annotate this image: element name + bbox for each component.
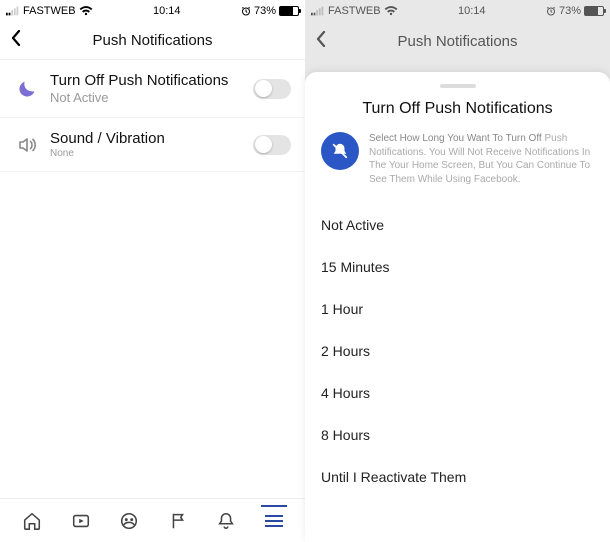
alarm-icon <box>546 6 556 16</box>
row-title: Sound / Vibration <box>50 130 253 147</box>
chevron-left-icon <box>315 31 327 47</box>
row-body: Sound / Vibration None <box>50 130 253 159</box>
battery-pct-label: 73% <box>559 5 581 17</box>
groups-icon <box>119 511 139 531</box>
modal-title: Turn Off Push Notifications <box>321 100 594 118</box>
toggle-sound-vibration[interactable] <box>253 135 291 155</box>
alarm-icon <box>241 6 251 16</box>
clock-label: 10:14 <box>153 5 181 17</box>
modal-grabber[interactable] <box>440 84 476 88</box>
bell-icon <box>216 511 236 531</box>
nav-home[interactable] <box>22 511 42 531</box>
toggle-push-off[interactable] <box>253 79 291 99</box>
bottom-nav <box>0 498 305 542</box>
status-bar: FASTWEB 10:14 73% <box>305 0 610 22</box>
nav-groups[interactable] <box>119 511 139 531</box>
screen-settings: FASTWEB 10:14 73% Push Notifications Tur… <box>0 0 305 542</box>
moon-icon <box>14 80 40 98</box>
row-title: Turn Off Push Notifications <box>50 72 253 89</box>
speaker-icon <box>14 135 40 155</box>
home-icon <box>22 511 42 531</box>
battery-pct-label: 73% <box>254 5 276 17</box>
carrier-label: FASTWEB <box>23 5 76 17</box>
duration-option[interactable]: 15 Minutes <box>321 246 594 288</box>
duration-option[interactable]: 8 Hours <box>321 414 594 456</box>
row-subtitle: None <box>50 148 253 159</box>
battery-icon <box>584 6 604 16</box>
duration-option[interactable]: 4 Hours <box>321 372 594 414</box>
page-title: Push Notifications <box>305 33 610 50</box>
modal-header-row: Select How Long You Want To Turn Off Pus… <box>321 132 594 186</box>
bell-off-icon <box>321 132 359 170</box>
carrier-label: FASTWEB <box>328 5 381 17</box>
screen-modal: FASTWEB 10:14 73% Push Notifications Tur… <box>305 0 610 542</box>
watch-icon <box>71 511 91 531</box>
header: Push Notifications <box>0 22 305 60</box>
status-left: FASTWEB <box>6 5 93 17</box>
chevron-left-icon <box>10 30 22 46</box>
nav-watch[interactable] <box>71 511 91 531</box>
nav-menu[interactable] <box>265 515 283 527</box>
status-right: 73% <box>546 5 604 17</box>
row-sound-vibration[interactable]: Sound / Vibration None <box>0 118 305 172</box>
status-bar: FASTWEB 10:14 73% <box>0 0 305 22</box>
modal-desc-lead: Select How Long You Want To Turn Off <box>369 133 542 144</box>
duration-modal: Turn Off Push Notifications Select How L… <box>305 72 610 542</box>
modal-description: Select How Long You Want To Turn Off Pus… <box>369 132 594 186</box>
row-subtitle: Not Active <box>50 90 253 105</box>
duration-option-list: Not Active15 Minutes1 Hour2 Hours4 Hours… <box>321 204 594 498</box>
back-button[interactable] <box>10 29 22 52</box>
wifi-icon <box>79 6 93 16</box>
status-left: FASTWEB <box>311 5 398 17</box>
status-right: 73% <box>241 5 299 17</box>
duration-option[interactable]: Until I Reactivate Them <box>321 456 594 498</box>
back-button[interactable] <box>315 30 327 53</box>
row-body: Turn Off Push Notifications Not Active <box>50 72 253 105</box>
menu-icon <box>265 515 283 527</box>
row-turn-off-push[interactable]: Turn Off Push Notifications Not Active <box>0 60 305 118</box>
nav-notifications[interactable] <box>216 511 236 531</box>
nav-flag[interactable] <box>168 511 188 531</box>
wifi-icon <box>384 6 398 16</box>
flag-icon <box>168 511 188 531</box>
header: Push Notifications <box>305 22 610 60</box>
signal-icon <box>311 6 325 16</box>
duration-option[interactable]: 1 Hour <box>321 288 594 330</box>
duration-option[interactable]: Not Active <box>321 204 594 246</box>
battery-icon <box>279 6 299 16</box>
clock-label: 10:14 <box>458 5 486 17</box>
signal-icon <box>6 6 20 16</box>
duration-option[interactable]: 2 Hours <box>321 330 594 372</box>
page-title: Push Notifications <box>0 32 305 49</box>
